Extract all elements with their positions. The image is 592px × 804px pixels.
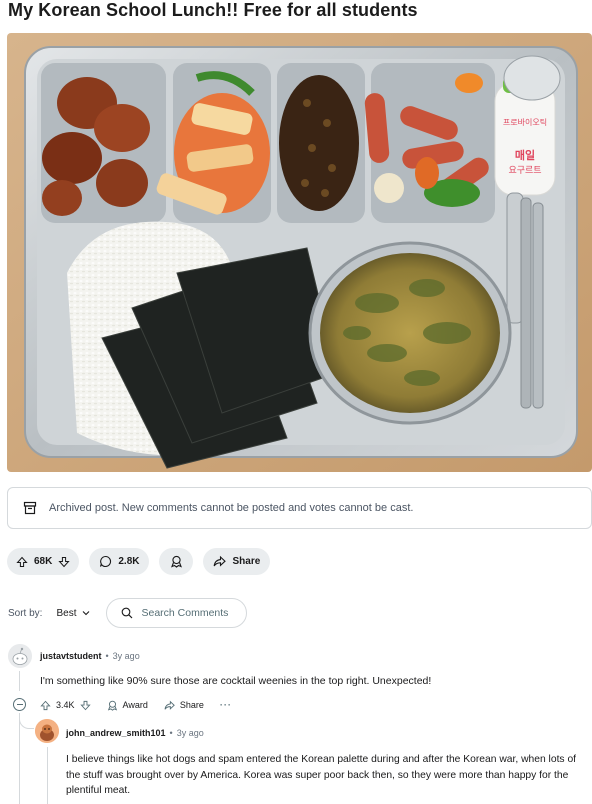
svg-text:매일: 매일	[515, 148, 535, 162]
comments-button[interactable]: 2.8K	[89, 548, 150, 575]
post-image[interactable]: 프로바이오틱 매일 요구르트	[7, 33, 592, 472]
comment-body: I'm something like 90% sure those are co…	[40, 675, 432, 687]
post-actions: 68K 2.8K Share	[7, 548, 271, 576]
comment-count: 2.8K	[118, 556, 140, 567]
more-options-button[interactable]: ···	[220, 700, 232, 710]
share-label: Share	[179, 700, 204, 710]
search-icon	[122, 607, 133, 619]
comment-body: I believe things like hot dogs and spam …	[66, 754, 577, 796]
thread-line	[47, 747, 48, 804]
comment-vote-control: 3.4K	[40, 700, 91, 711]
upvote-icon[interactable]	[16, 556, 28, 568]
vote-control[interactable]: 68K	[7, 548, 80, 575]
sort-value: Best	[56, 607, 77, 619]
thread-line	[19, 713, 20, 804]
thread-branch	[19, 713, 34, 729]
search-comments-input[interactable]: Search Comments	[106, 598, 248, 628]
comment-vote-count: 3.4K	[56, 700, 75, 710]
vote-count: 68K	[34, 556, 53, 567]
snoo-avatar-icon	[8, 644, 32, 668]
chevron-down-icon	[83, 611, 90, 616]
share-icon	[214, 555, 227, 567]
snoo-avatar-icon	[35, 719, 59, 743]
collapse-thread-button[interactable]	[13, 698, 26, 711]
sort-dropdown[interactable]: Best	[56, 608, 90, 619]
downvote-icon[interactable]	[58, 556, 70, 568]
post-title: My Korean School Lunch!! Free for all st…	[8, 0, 418, 20]
search-placeholder: Search Comments	[141, 607, 229, 619]
avatar[interactable]	[8, 644, 32, 668]
avatar[interactable]	[35, 719, 59, 743]
comment-icon	[100, 555, 112, 567]
comment-share-button[interactable]: Share	[164, 700, 204, 711]
svg-text:요구르트: 요구르트	[508, 165, 541, 176]
comment-sort-bar: Sort by: Best Search Comments	[8, 598, 248, 628]
comment-age: 3y ago	[176, 728, 204, 738]
award-icon	[171, 555, 182, 568]
share-button[interactable]: Share	[203, 548, 271, 575]
upvote-icon[interactable]	[40, 700, 51, 711]
comment-author[interactable]: justavtstudent	[40, 651, 102, 661]
archived-notice: Archived post. New comments cannot be po…	[7, 487, 592, 529]
yogurt-label-top: 프로바이오틱	[503, 117, 547, 127]
sort-label: Sort by:	[8, 607, 43, 619]
thread-line	[19, 671, 20, 691]
lunch-tray-illustration: 프로바이오틱 매일 요구르트	[7, 33, 592, 472]
separator-dot: •	[105, 651, 109, 661]
share-label: Share	[232, 556, 261, 567]
award-label: Award	[122, 700, 148, 710]
award-icon	[107, 700, 117, 711]
comment-award-button[interactable]: Award	[107, 700, 148, 711]
comment-author[interactable]: john_andrew_smith101	[66, 728, 166, 738]
comment-meta: justavtstudent • 3y ago	[40, 651, 140, 661]
archive-icon	[23, 501, 37, 515]
minus-icon	[16, 704, 23, 705]
downvote-icon[interactable]	[79, 700, 91, 711]
share-icon	[164, 700, 175, 710]
comment-age: 3y ago	[112, 651, 140, 661]
comment-meta: john_andrew_smith101 • 3y ago	[66, 728, 204, 738]
award-button[interactable]	[159, 548, 194, 575]
archived-notice-text: Archived post. New comments cannot be po…	[49, 502, 414, 514]
separator-dot: •	[169, 728, 173, 738]
comment-actions: 3.4K Award Share ···	[40, 697, 232, 713]
